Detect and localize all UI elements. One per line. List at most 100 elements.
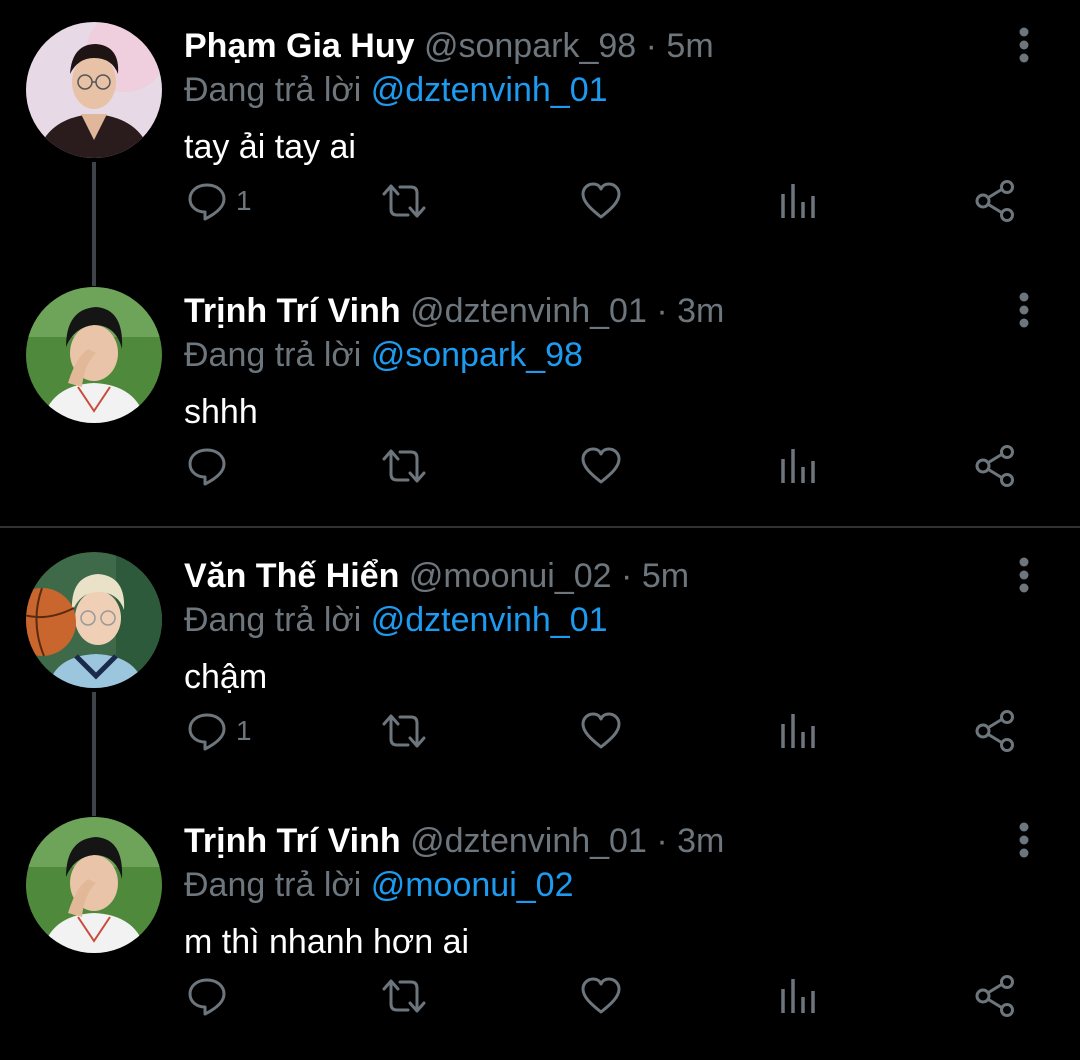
like-button[interactable]: [580, 973, 622, 1019]
replying-to-label: Đang trả lời: [184, 601, 362, 639]
avatar-photo: [26, 22, 162, 158]
reply-icon: [188, 713, 226, 751]
like-icon: [581, 712, 621, 749]
user-handle[interactable]: @dztenvinh_01: [410, 292, 647, 330]
thread-divider: [0, 526, 1080, 528]
analytics-button[interactable]: [778, 178, 818, 224]
share-button[interactable]: [974, 708, 1016, 754]
more-options-button[interactable]: [1006, 24, 1042, 68]
like-icon: [581, 977, 621, 1014]
tweet-text: chậm: [184, 658, 268, 696]
avatar[interactable]: [26, 552, 162, 688]
tweet-actions: 1: [0, 708, 1080, 754]
reply-icon: [188, 978, 226, 1016]
timestamp[interactable]: 3m: [677, 292, 724, 330]
tweet[interactable]: Trịnh Trí Vinh @dztenvinh_01 · 3m Đang t…: [0, 795, 1080, 1060]
retweet-icon: [382, 184, 426, 218]
analytics-button[interactable]: [778, 708, 818, 754]
analytics-button[interactable]: [778, 443, 818, 489]
tweet[interactable]: Trịnh Trí Vinh @dztenvinh_01 · 3m Đang t…: [0, 265, 1080, 530]
tweet-header: Phạm Gia Huy @sonpark_98 · 5m: [184, 24, 714, 68]
like-icon: [581, 182, 621, 219]
avatar[interactable]: [26, 287, 162, 423]
replying-to-label: Đang trả lời: [184, 71, 362, 109]
more-vertical-icon: [1019, 557, 1029, 593]
more-vertical-icon: [1019, 27, 1029, 63]
share-button[interactable]: [974, 178, 1016, 224]
avatar[interactable]: [26, 817, 162, 953]
retweet-button[interactable]: [381, 443, 427, 489]
more-options-button[interactable]: [1006, 289, 1042, 333]
display-name[interactable]: Phạm Gia Huy: [184, 27, 415, 65]
share-button[interactable]: [974, 973, 1016, 1019]
mention-link[interactable]: @dztenvinh_01: [371, 71, 608, 109]
analytics-icon: [781, 184, 815, 218]
replying-to: Đang trả lời @dztenvinh_01: [184, 68, 608, 112]
replying-to-label: Đang trả lời: [184, 866, 362, 904]
replying-to: Đang trả lời @moonui_02: [184, 863, 573, 907]
share-icon: [975, 445, 1014, 487]
analytics-icon: [781, 714, 815, 748]
retweet-button[interactable]: [381, 178, 427, 224]
reply-icon: [188, 183, 226, 221]
mention-link[interactable]: @dztenvinh_01: [371, 601, 608, 639]
mention-link[interactable]: @moonui_02: [371, 866, 574, 904]
avatar-photo: [26, 817, 162, 953]
reply-button[interactable]: [186, 443, 236, 489]
share-icon: [975, 975, 1014, 1017]
replying-to: Đang trả lời @dztenvinh_01: [184, 598, 608, 642]
tweet-header: Trịnh Trí Vinh @dztenvinh_01 · 3m: [184, 819, 724, 863]
reply-button[interactable]: [186, 973, 236, 1019]
user-handle[interactable]: @moonui_02: [409, 557, 612, 595]
timestamp[interactable]: 3m: [677, 822, 724, 860]
user-handle[interactable]: @sonpark_98: [424, 27, 636, 65]
like-button[interactable]: [580, 708, 622, 754]
retweet-icon: [382, 714, 426, 748]
replying-to-label: Đang trả lời: [184, 336, 362, 374]
analytics-button[interactable]: [778, 973, 818, 1019]
reply-button[interactable]: 1: [186, 178, 252, 224]
timestamp[interactable]: 5m: [666, 27, 713, 65]
retweet-button[interactable]: [381, 708, 427, 754]
reply-icon: [188, 448, 226, 486]
retweet-icon: [382, 449, 426, 483]
share-icon: [975, 710, 1014, 752]
tweet[interactable]: Văn Thế Hiển @moonui_02 · 5m Đang trả lờ…: [0, 530, 1080, 816]
reply-button[interactable]: 1: [186, 708, 252, 754]
tweet[interactable]: Phạm Gia Huy @sonpark_98 · 5m Đang trả l…: [0, 0, 1080, 286]
separator: ·: [656, 822, 668, 860]
retweet-button[interactable]: [381, 973, 427, 1019]
more-options-button[interactable]: [1006, 819, 1042, 863]
separator: ·: [656, 292, 668, 330]
more-vertical-icon: [1019, 822, 1029, 858]
tweet-text: m thì nhanh hơn ai: [184, 923, 470, 961]
user-handle[interactable]: @dztenvinh_01: [410, 822, 647, 860]
tweet-text: tay ải tay ai: [184, 128, 356, 166]
mention-link[interactable]: @sonpark_98: [371, 336, 583, 374]
tweet-actions: 1: [0, 178, 1080, 224]
avatar[interactable]: [26, 22, 162, 158]
share-icon: [975, 180, 1014, 222]
display-name[interactable]: Văn Thế Hiển: [184, 557, 399, 595]
tweet-text: shhh: [184, 393, 258, 431]
share-button[interactable]: [974, 443, 1016, 489]
reply-count: 1: [236, 715, 252, 746]
analytics-icon: [781, 449, 815, 483]
reply-count: 1: [236, 185, 252, 216]
retweet-icon: [382, 979, 426, 1013]
like-button[interactable]: [580, 178, 622, 224]
replying-to: Đang trả lời @sonpark_98: [184, 333, 583, 377]
timestamp[interactable]: 5m: [642, 557, 689, 595]
display-name[interactable]: Trịnh Trí Vinh: [184, 292, 401, 330]
display-name[interactable]: Trịnh Trí Vinh: [184, 822, 401, 860]
avatar-photo: [26, 287, 162, 423]
separator: ·: [645, 27, 657, 65]
analytics-icon: [781, 979, 815, 1013]
more-vertical-icon: [1019, 292, 1029, 328]
tweet-actions: [0, 973, 1080, 1019]
avatar-photo: [26, 552, 162, 688]
like-icon: [581, 447, 621, 484]
like-button[interactable]: [580, 443, 622, 489]
more-options-button[interactable]: [1006, 554, 1042, 598]
tweet-header: Trịnh Trí Vinh @dztenvinh_01 · 3m: [184, 289, 724, 333]
